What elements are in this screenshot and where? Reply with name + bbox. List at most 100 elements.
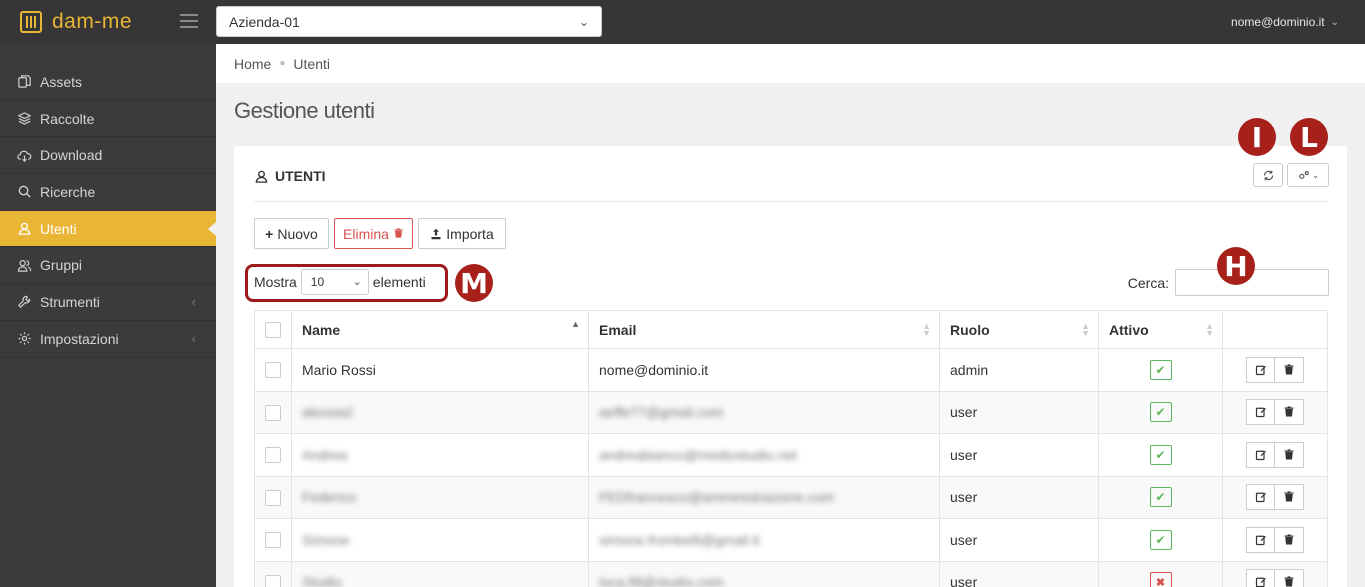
plus-icon: + — [265, 225, 274, 242]
cell-actions — [1222, 348, 1328, 392]
user-role: user — [950, 489, 978, 506]
user-name: Mario Rossi — [302, 361, 376, 378]
sidebar-item-raccolte[interactable]: Raccolte — [0, 101, 216, 138]
cell-actions — [1222, 475, 1328, 519]
row-checkbox[interactable] — [265, 532, 281, 549]
cell-email: aeffe77@gmail.com — [588, 390, 940, 434]
row-select-cell — [254, 348, 292, 392]
company-select-value: Azienda-01 — [229, 13, 300, 30]
user-name: Federico — [302, 489, 357, 506]
layers-icon — [16, 111, 32, 127]
app-logo[interactable]: dam-me — [20, 10, 132, 34]
edit-button[interactable] — [1246, 484, 1275, 511]
top-bar: dam-me Azienda-01 ⌄ nome@dominio.it ⌄ — [0, 0, 1365, 44]
edit-icon — [1255, 364, 1267, 376]
table-row[interactable]: Andrea andreabianco@mediostudio.net user ✔ — [254, 433, 1328, 477]
active-check-icon: ✔ — [1149, 402, 1172, 423]
row-checkbox[interactable] — [265, 489, 281, 506]
cell-active: ✖ — [1098, 560, 1223, 587]
import-button[interactable]: Importa — [418, 218, 506, 249]
delete-row-button[interactable] — [1275, 399, 1304, 426]
user-email: nome@dominio.it — [599, 361, 709, 378]
cell-email: luca.fill@studio.com — [588, 560, 940, 587]
gears-icon — [1298, 170, 1309, 179]
column-header-name[interactable]: Name ▲ — [291, 310, 589, 349]
settings-dropdown-button[interactable]: ⌄ — [1287, 163, 1329, 187]
table-row[interactable]: alessia2 aeffe77@gmail.com user ✔ — [254, 390, 1328, 434]
sidebar-item-utenti[interactable]: Utenti — [0, 210, 216, 248]
delete-row-button[interactable] — [1275, 441, 1304, 468]
column-header-actions — [1222, 310, 1328, 349]
sidebar-item-assets[interactable]: Assets — [0, 64, 216, 101]
column-header-label: Name — [302, 321, 341, 338]
edit-icon — [1255, 576, 1267, 587]
active-check-icon: ✔ — [1149, 444, 1172, 465]
sidebar-item-impostazioni[interactable]: Impostazioni ‹ — [0, 321, 216, 358]
delete-row-button[interactable] — [1275, 569, 1304, 587]
active-check-icon: ✔ — [1149, 359, 1172, 380]
refresh-button[interactable] — [1253, 163, 1283, 187]
company-select[interactable]: Azienda-01 ⌄ — [216, 6, 602, 37]
edit-icon — [1255, 406, 1267, 418]
sidebar-item-ricerche[interactable]: Ricerche — [0, 174, 216, 211]
column-header-attivo[interactable]: Attivo ▲ ▼ — [1098, 310, 1223, 349]
cell-name: Federico — [291, 475, 589, 519]
table-header-row: Name ▲ Email ▲ ▼ Ruolo ▲ ▼ Attivo ▲ ▼ — [254, 310, 1328, 349]
column-header-email[interactable]: Email ▲ ▼ — [588, 310, 940, 349]
cell-name: Andrea — [291, 433, 589, 477]
table-row[interactable]: Studio luca.fill@studio.com user ✖ — [254, 560, 1328, 587]
select-all-checkbox[interactable] — [265, 322, 281, 339]
user-role: user — [950, 446, 978, 463]
delete-row-button[interactable] — [1275, 526, 1304, 553]
column-header-ruolo[interactable]: Ruolo ▲ ▼ — [939, 310, 1099, 349]
cell-role: user — [939, 560, 1099, 587]
cell-active: ✔ — [1098, 390, 1223, 434]
sort-asc-icon: ▲ — [571, 319, 580, 329]
new-button[interactable]: + Nuovo — [254, 218, 329, 249]
user-email: simone.frombelli@gmail.it — [599, 531, 760, 548]
delete-button[interactable]: Elimina — [334, 218, 413, 249]
breadcrumb-separator: ● — [279, 58, 286, 69]
edit-button[interactable] — [1246, 526, 1275, 553]
row-checkbox[interactable] — [265, 447, 281, 464]
marker-search: H — [1217, 247, 1255, 285]
table-row[interactable]: Simone simone.frombelli@gmail.it user ✔ — [254, 518, 1328, 562]
table-row[interactable]: Federico FEDfrancesco@amministrazione.com… — [254, 475, 1328, 519]
hamburger-menu-icon[interactable] — [180, 14, 198, 28]
user-icon — [16, 221, 32, 237]
trash-icon — [1283, 534, 1295, 546]
chevron-left-icon: ‹ — [191, 294, 196, 310]
table-row[interactable]: Mario Rossi nome@dominio.it admin ✔ — [254, 348, 1328, 392]
edit-icon — [1255, 491, 1267, 503]
active-check-icon: ✔ — [1149, 529, 1172, 550]
sidebar-item-gruppi[interactable]: Gruppi — [0, 247, 216, 285]
marker-refresh: I — [1238, 118, 1276, 156]
delete-row-button[interactable] — [1275, 356, 1304, 383]
users-icon — [16, 257, 32, 273]
user-menu[interactable]: nome@dominio.it ⌄ — [1231, 15, 1339, 29]
edit-button[interactable] — [1246, 441, 1275, 468]
cell-active: ✔ — [1098, 518, 1223, 562]
card-divider — [254, 201, 1328, 202]
edit-button[interactable] — [1246, 356, 1275, 383]
user-name: Andrea — [302, 446, 348, 463]
breadcrumb-home[interactable]: Home — [234, 56, 271, 72]
search-label: Cerca: — [1127, 274, 1169, 291]
sidebar-item-strumenti[interactable]: Strumenti ‹ — [0, 284, 216, 321]
users-table: Name ▲ Email ▲ ▼ Ruolo ▲ ▼ Attivo ▲ ▼ Mario Ros… — [254, 310, 1328, 587]
card-title-text: UTENTI — [275, 168, 326, 184]
cell-name: Studio — [291, 560, 589, 587]
row-checkbox[interactable] — [265, 574, 281, 587]
sidebar-item-download[interactable]: Download — [0, 137, 216, 175]
row-checkbox[interactable] — [265, 362, 281, 379]
trash-icon — [394, 228, 403, 238]
edit-button[interactable] — [1246, 569, 1275, 587]
edit-icon — [1255, 449, 1267, 461]
column-header-label: Ruolo — [950, 321, 990, 338]
cell-role: user — [939, 433, 1099, 477]
edit-button[interactable] — [1246, 399, 1275, 426]
delete-row-button[interactable] — [1275, 484, 1304, 511]
row-checkbox[interactable] — [265, 404, 281, 421]
breadcrumb: Home ● Utenti — [216, 44, 1365, 83]
user-name: Studio — [302, 574, 342, 587]
